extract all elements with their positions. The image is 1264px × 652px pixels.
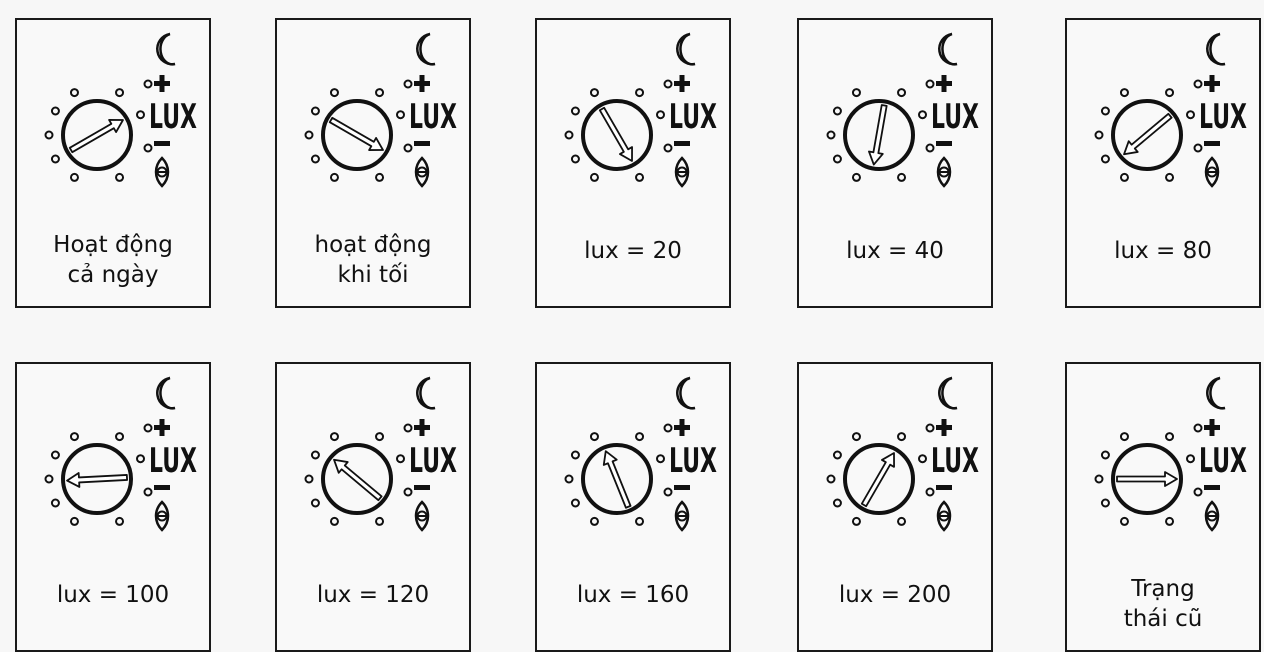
setting-caption: lux = 20	[584, 238, 682, 264]
plus-icon	[403, 419, 430, 436]
lux-dial-illustration: LUX	[304, 376, 457, 532]
lux-label: LUX	[1199, 441, 1247, 481]
minus-icon	[663, 485, 690, 497]
moon-icon	[938, 32, 958, 66]
lux-label: LUX	[149, 97, 197, 137]
sun-sensor-icon	[1204, 156, 1220, 188]
minus-icon	[1193, 485, 1220, 497]
moon-icon	[1206, 376, 1226, 410]
dial-setting-card: LUX lux = 80	[1065, 18, 1261, 308]
dial-setting-card: LUX lux = 200	[797, 362, 993, 652]
dial-pointer-arrow	[868, 104, 888, 166]
setting-caption: lux = 100	[56, 582, 170, 608]
lux-dial-illustration: LUX	[44, 32, 197, 188]
minus-icon	[143, 141, 170, 153]
dial-pointer-arrow	[860, 452, 895, 508]
moon-icon	[156, 376, 176, 410]
setting-caption: lux = 160	[576, 582, 690, 608]
setting-caption: lux = 80	[1114, 238, 1212, 264]
dial-pointer-arrow	[1116, 471, 1178, 487]
dial-setting-card: LUX lux = 40	[797, 18, 993, 308]
moon-icon	[416, 32, 436, 66]
setting-caption: lux = 40	[846, 238, 944, 264]
sun-sensor-icon	[674, 500, 690, 532]
minus-icon	[403, 485, 430, 497]
moon-icon	[676, 376, 696, 410]
plus-icon	[925, 75, 952, 92]
sun-sensor-icon	[154, 500, 170, 532]
sun-sensor-icon	[414, 500, 430, 532]
minus-icon	[925, 141, 952, 153]
lux-dial-illustration: LUX	[1094, 32, 1247, 188]
minus-icon	[143, 485, 170, 497]
minus-icon	[1193, 141, 1220, 153]
dial-setting-card: LUX lux = 160	[535, 362, 731, 652]
setting-caption: lux = 200	[838, 582, 952, 608]
moon-icon	[156, 32, 176, 66]
plus-icon	[663, 419, 690, 436]
setting-caption: lux = 120	[316, 582, 430, 608]
lux-dial-illustration: LUX	[564, 376, 717, 532]
lux-dial-illustration: LUX	[826, 32, 979, 188]
setting-caption: Hoạt động cả ngày	[53, 232, 173, 288]
dial-setting-card: LUX Hoạt động cả ngày	[15, 18, 211, 308]
dial-setting-card: LUX lux = 20	[535, 18, 731, 308]
dial-pointer-arrow	[68, 119, 124, 154]
lux-label: LUX	[409, 441, 457, 481]
dial-setting-card: LUX lux = 100	[15, 362, 211, 652]
lux-label: LUX	[1199, 97, 1247, 137]
lux-label: LUX	[409, 97, 457, 137]
minus-icon	[925, 485, 952, 497]
lux-label: LUX	[669, 441, 717, 481]
dial-pointer-arrow	[602, 450, 632, 509]
moon-icon	[416, 376, 436, 410]
sun-sensor-icon	[1204, 500, 1220, 532]
plus-icon	[143, 75, 170, 92]
sun-sensor-icon	[154, 156, 170, 188]
minus-icon	[403, 141, 430, 153]
lux-label: LUX	[931, 97, 979, 137]
dial-pointer-arrow	[1123, 112, 1173, 156]
sun-sensor-icon	[674, 156, 690, 188]
lux-label: LUX	[149, 441, 197, 481]
setting-caption: Trạng thái cũ	[1123, 576, 1203, 632]
lux-dial-illustration: LUX	[564, 32, 717, 188]
lux-dial-illustration: LUX	[1094, 376, 1247, 532]
plus-icon	[925, 419, 952, 436]
dial-setting-card: LUX hoạt động khi tối	[275, 18, 471, 308]
dial-pointer-arrow	[328, 116, 384, 151]
dial-setting-card: LUX lux = 120	[275, 362, 471, 652]
lux-label: LUX	[931, 441, 979, 481]
lux-dial-illustration: LUX	[44, 376, 197, 532]
plus-icon	[143, 419, 170, 436]
lux-dial-illustration: LUX	[304, 32, 457, 188]
moon-icon	[676, 32, 696, 66]
setting-caption: hoạt động khi tối	[314, 232, 432, 288]
plus-icon	[1193, 419, 1220, 436]
lux-dial-illustration: LUX	[826, 376, 979, 532]
sun-sensor-icon	[936, 500, 952, 532]
dial-pointer-arrow	[598, 106, 633, 162]
dial-pointer-arrow	[333, 458, 383, 502]
plus-icon	[663, 75, 690, 92]
sun-sensor-icon	[936, 156, 952, 188]
moon-icon	[1206, 32, 1226, 66]
plus-icon	[403, 75, 430, 92]
minus-icon	[663, 141, 690, 153]
moon-icon	[938, 376, 958, 410]
lux-label: LUX	[669, 97, 717, 137]
sun-sensor-icon	[414, 156, 430, 188]
dial-setting-card: LUX Trạng thái cũ	[1065, 362, 1261, 652]
dial-pointer-arrow	[66, 472, 128, 488]
plus-icon	[1193, 75, 1220, 92]
